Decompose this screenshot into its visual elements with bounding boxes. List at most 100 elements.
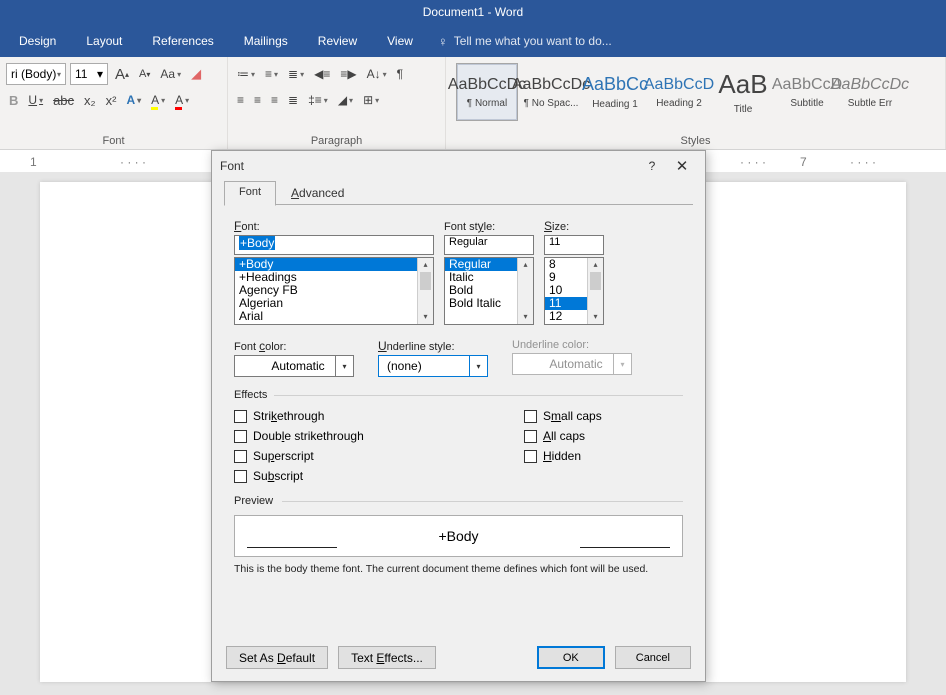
numbering-button[interactable]: ≡ — [262, 63, 281, 85]
underline-color-combo: Automatic▾ — [512, 353, 632, 375]
text-effects-button[interactable]: A — [123, 89, 144, 111]
style-listbox[interactable]: Regular Italic Bold Bold Italic ▴▾ — [444, 257, 534, 325]
shading-button[interactable]: ◢ — [335, 89, 356, 111]
borders-button[interactable]: ⊞ — [360, 89, 382, 111]
window-title: Document1 - Word — [0, 0, 946, 25]
size-listbox[interactable]: 8 9 10 11 12 ▴▾ — [544, 257, 604, 325]
size-label: Size: — [544, 219, 604, 233]
superscript-button[interactable]: x² — [103, 89, 120, 111]
preview-header: Preview — [234, 495, 683, 507]
help-button[interactable]: ? — [637, 152, 667, 180]
highlight-color-button[interactable]: A — [148, 89, 168, 111]
dialog-footer: Set As Default Text Effects... OK Cancel — [212, 638, 705, 681]
bold-button[interactable]: B — [6, 89, 21, 111]
double-strikethrough-checkbox[interactable]: Double strikethrough — [234, 429, 524, 443]
font-size-combo[interactable]: 11▾ — [70, 63, 108, 85]
chevron-down-icon: ▾ — [613, 354, 631, 374]
style-heading-2[interactable]: AaBbCcDHeading 2 — [648, 63, 710, 121]
underline-style-label: Underline style: — [378, 339, 488, 353]
align-right-icon: ≡ — [271, 93, 278, 107]
hidden-checkbox[interactable]: Hidden — [524, 449, 602, 463]
decrease-indent-button[interactable]: ◀≡ — [311, 63, 333, 85]
dialog-body: Font: +Body +Body +Headings Agency FB Al… — [212, 205, 705, 638]
style-input[interactable]: Regular — [444, 235, 534, 255]
indent-icon: ≡▶ — [340, 67, 356, 81]
font-input[interactable]: +Body — [234, 235, 434, 255]
align-left-button[interactable]: ≡ — [234, 89, 247, 111]
line-spacing-button[interactable]: ‡≡ — [305, 89, 331, 111]
tab-layout[interactable]: Layout — [71, 25, 137, 57]
tab-design[interactable]: Design — [4, 25, 71, 57]
size-input[interactable]: 11 — [544, 235, 604, 255]
justify-button[interactable]: ≣ — [285, 89, 301, 111]
subscript-checkbox[interactable]: Subscript — [234, 469, 524, 483]
underline-style-combo[interactable]: (none)▾ — [378, 355, 488, 377]
chevron-down-icon: ▾ — [469, 356, 487, 376]
dialog-tab-font[interactable]: Font — [224, 181, 276, 206]
clear-formatting-button[interactable]: ◢ — [188, 63, 204, 85]
shrink-font-button[interactable]: A▾ — [136, 63, 153, 85]
borders-icon: ⊞ — [363, 93, 373, 107]
bullets-button[interactable]: ≔ — [234, 63, 258, 85]
scrollbar[interactable]: ▴▾ — [517, 258, 533, 324]
underline-button[interactable]: U — [25, 89, 46, 111]
strikethrough-checkbox[interactable]: Strikethrough — [234, 409, 524, 423]
align-center-button[interactable]: ≡ — [251, 89, 264, 111]
list-item[interactable]: Algerian — [235, 297, 433, 310]
scrollbar[interactable]: ▴▾ — [587, 258, 603, 324]
tab-references[interactable]: References — [137, 25, 228, 57]
style-subtle[interactable]: AaBbCcDcSubtle Err — [840, 63, 900, 121]
tell-me-label: Tell me what you want to do... — [454, 34, 612, 48]
ribbon-group-label: Styles — [452, 135, 939, 149]
chevron-down-icon: ▾ — [97, 67, 103, 81]
font-listbox[interactable]: +Body +Headings Agency FB Algerian Arial… — [234, 257, 434, 325]
ribbon-group-label: Paragraph — [234, 135, 439, 149]
dialog-tab-advanced[interactable]: Advanced — [276, 181, 359, 205]
ribbon-group-styles: AaBbCcDc¶ Normal AaBbCcDc¶ No Spac... Aa… — [446, 57, 946, 149]
font-color-combo[interactable]: Automatic▾ — [234, 355, 354, 377]
style-no-spacing[interactable]: AaBbCcDc¶ No Spac... — [520, 63, 582, 121]
style-heading-1[interactable]: AaBbCcHeading 1 — [584, 63, 646, 121]
cancel-button[interactable]: Cancel — [615, 646, 691, 669]
all-caps-checkbox[interactable]: All caps — [524, 429, 602, 443]
set-default-button[interactable]: Set As Default — [226, 646, 328, 669]
small-caps-checkbox[interactable]: Small caps — [524, 409, 602, 423]
multilevel-icon: ≣ — [288, 67, 298, 81]
underline-color-label: Underline color: — [512, 339, 632, 351]
increase-indent-button[interactable]: ≡▶ — [337, 63, 359, 85]
spacing-icon: ‡≡ — [308, 93, 322, 107]
ribbon-group-font: ri (Body)▾ 11▾ A▴ A▾ Aa ◢ B U abc x₂ x² … — [0, 57, 228, 149]
pilcrow-icon: ¶ — [397, 67, 403, 81]
font-name-combo[interactable]: ri (Body)▾ — [6, 63, 66, 85]
numbering-icon: ≡ — [265, 67, 272, 81]
style-normal[interactable]: AaBbCcDc¶ Normal — [456, 63, 518, 121]
tab-mailings[interactable]: Mailings — [229, 25, 303, 57]
style-label: Font style: — [444, 219, 534, 233]
list-item[interactable]: Arial — [235, 310, 433, 323]
effects-header: Effects — [234, 389, 683, 401]
chevron-down-icon: ▾ — [335, 356, 353, 376]
close-button[interactable]: ✕ — [667, 152, 697, 180]
strikethrough-button[interactable]: abc — [50, 89, 77, 111]
tab-view[interactable]: View — [372, 25, 428, 57]
multilevel-button[interactable]: ≣ — [285, 63, 307, 85]
subscript-button[interactable]: x₂ — [81, 89, 99, 111]
tell-me[interactable]: ♀ Tell me what you want to do... — [438, 34, 612, 49]
show-marks-button[interactable]: ¶ — [394, 63, 406, 85]
tab-review[interactable]: Review — [303, 25, 372, 57]
ok-button[interactable]: OK — [537, 646, 605, 669]
change-case-button[interactable]: Aa — [157, 63, 184, 85]
preview-sample: +Body — [438, 528, 478, 544]
scrollbar[interactable]: ▴▾ — [417, 258, 433, 324]
superscript-checkbox[interactable]: Superscript — [234, 449, 524, 463]
font-color-button[interactable]: A — [172, 89, 192, 111]
grow-font-button[interactable]: A▴ — [112, 63, 132, 85]
align-right-button[interactable]: ≡ — [268, 89, 281, 111]
sort-button[interactable]: A↓ — [364, 63, 390, 85]
dialog-title: Font — [220, 159, 244, 173]
chevron-down-icon: ▾ — [57, 70, 61, 79]
style-subtitle[interactable]: AaBbCcDSubtitle — [776, 63, 838, 121]
text-effects-button[interactable]: Text Effects... — [338, 646, 436, 669]
style-title[interactable]: AaBTitle — [712, 63, 774, 121]
align-center-icon: ≡ — [254, 93, 261, 107]
